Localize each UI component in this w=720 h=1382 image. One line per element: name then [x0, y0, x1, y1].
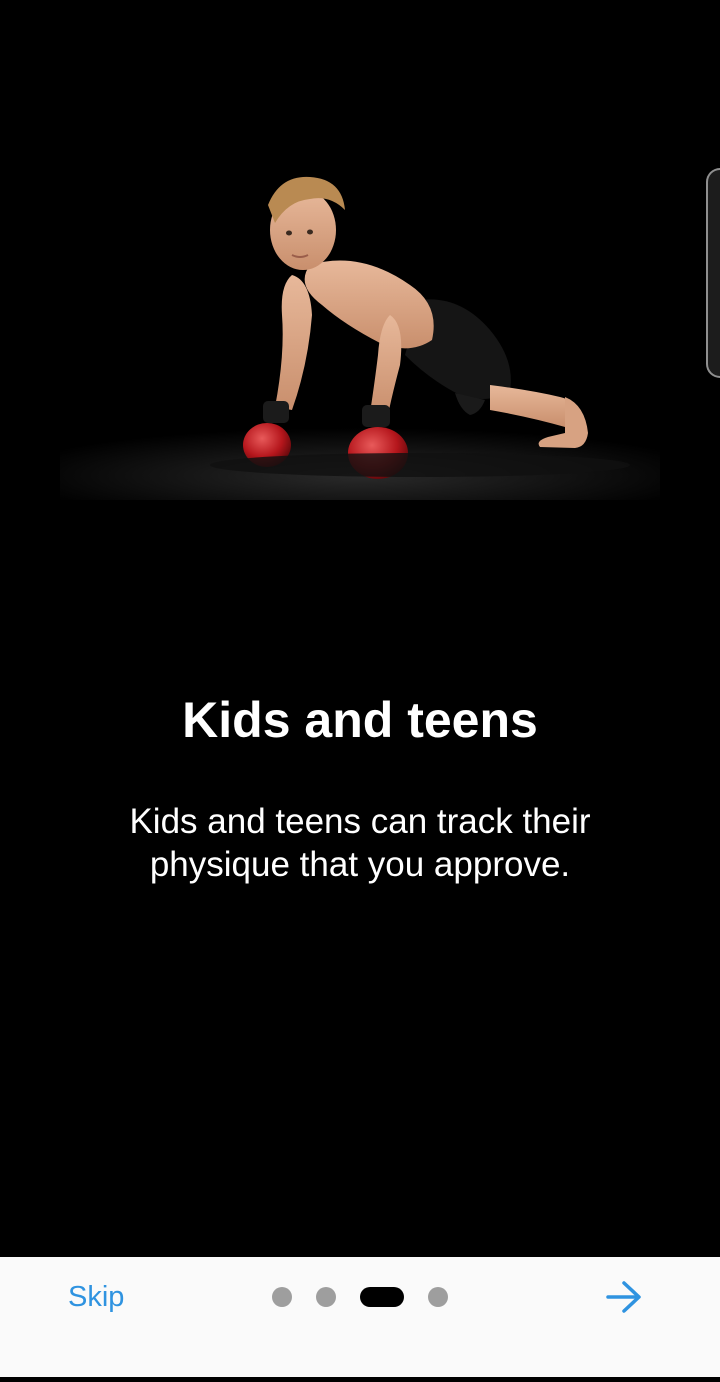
boxer-kid-illustration [60, 165, 660, 500]
page-dot-1[interactable] [272, 1287, 292, 1307]
next-button[interactable] [596, 1273, 652, 1321]
hero-image [60, 165, 660, 500]
page-dot-2[interactable] [316, 1287, 336, 1307]
page-indicator [272, 1287, 448, 1307]
page-dot-3-active[interactable] [360, 1287, 404, 1307]
skip-button[interactable]: Skip [52, 1273, 140, 1321]
onboarding-screen: Kids and teens Kids and teens can track … [0, 0, 720, 1382]
system-nav-strip [0, 1377, 720, 1382]
arrow-right-icon [606, 1281, 641, 1313]
page-dot-4[interactable] [428, 1287, 448, 1307]
page-description: Kids and teens can track their physique … [129, 802, 591, 884]
onboarding-bottom-bar: Skip [0, 1257, 720, 1377]
page-title: Kids and teens [182, 692, 538, 748]
edge-panel-handle[interactable] [706, 168, 720, 378]
